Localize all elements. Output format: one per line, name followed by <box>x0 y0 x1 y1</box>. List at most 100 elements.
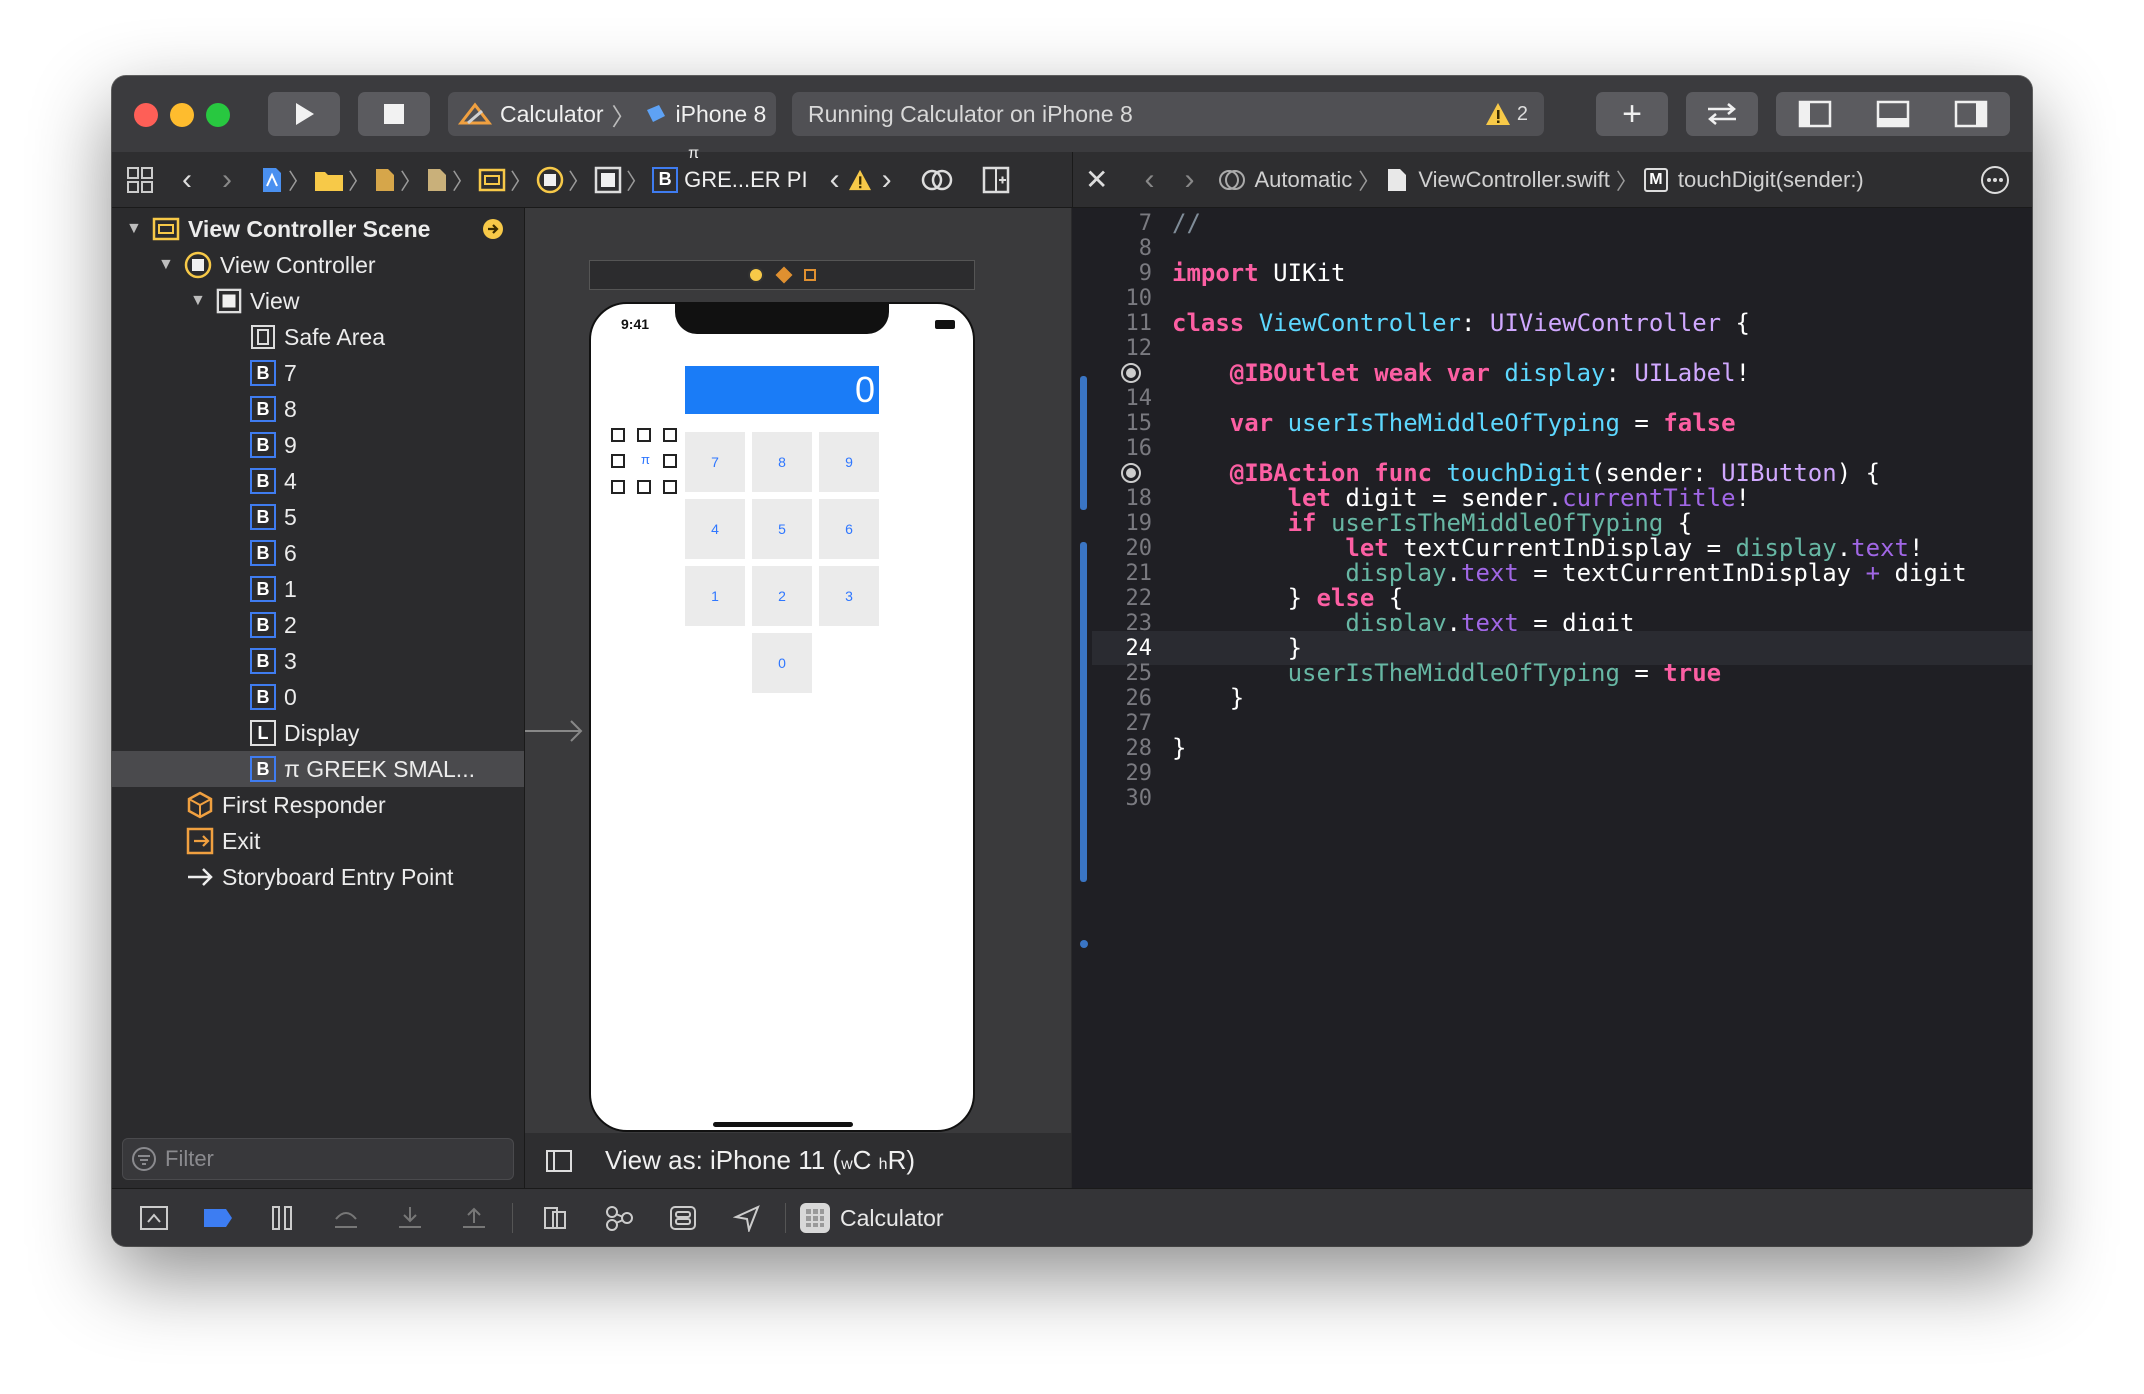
outline-row-button[interactable]: B4 <box>250 463 297 499</box>
add-editor-icon[interactable] <box>982 166 1010 194</box>
selection-handle[interactable] <box>663 428 677 442</box>
interface-builder-canvas[interactable]: 9:41 0 π 7 8 9 4 5 6 1 2 3 0 View as: iP… <box>525 208 1071 1188</box>
selection-handle[interactable] <box>611 454 625 468</box>
next-issue-icon[interactable]: › <box>882 163 892 197</box>
file-name-label[interactable]: ViewController.swift <box>1418 167 1610 193</box>
scene-dock[interactable] <box>589 260 975 290</box>
toggle-inspector-icon[interactable] <box>1954 100 1988 128</box>
selection-handle[interactable] <box>663 480 677 494</box>
outline-row-button[interactable]: B8 <box>250 391 297 427</box>
view-hierarchy-icon[interactable] <box>533 1196 577 1240</box>
key-button[interactable]: 6 <box>819 499 879 559</box>
view-controller-icon[interactable] <box>536 166 564 194</box>
forward-arrow-icon[interactable]: › <box>222 163 232 197</box>
related-items-icon[interactable] <box>126 166 154 194</box>
environment-overrides-icon[interactable] <box>661 1196 705 1240</box>
pi-button-selected[interactable]: π <box>611 428 677 494</box>
key-button[interactable]: 5 <box>752 499 812 559</box>
outline-row-button[interactable]: B5 <box>250 499 297 535</box>
stop-button[interactable] <box>358 92 430 136</box>
key-button[interactable]: 2 <box>752 566 812 626</box>
outline-row-button[interactable]: B9 <box>250 427 297 463</box>
outline-row-entry-point[interactable]: Storyboard Entry Point <box>186 859 453 895</box>
outline-row-display-label[interactable]: L Display <box>250 715 359 751</box>
path-separator: 〉 <box>510 168 533 194</box>
disclosure-triangle-icon[interactable]: ▼ <box>158 256 184 274</box>
outline-row-button[interactable]: B3 <box>250 643 297 679</box>
step-over-icon[interactable] <box>324 1196 368 1240</box>
step-into-icon[interactable] <box>388 1196 432 1240</box>
key-button[interactable]: 1 <box>685 566 745 626</box>
selection-handle[interactable] <box>611 428 625 442</box>
zoom-window-button[interactable] <box>206 103 230 127</box>
close-editor-icon[interactable]: ✕ <box>1085 163 1108 196</box>
outline-row-button[interactable]: B6 <box>250 535 297 571</box>
forward-arrow-icon[interactable]: › <box>1184 163 1194 197</box>
toggle-debug-area-icon[interactable] <box>1876 100 1910 128</box>
outline-row-safe-area[interactable]: Safe Area <box>250 319 385 355</box>
automatic-label[interactable]: Automatic <box>1254 167 1352 193</box>
outline-filter-field[interactable]: Filter <box>122 1138 514 1180</box>
hide-debug-area-icon[interactable] <box>132 1196 176 1240</box>
outline-row-button[interactable]: B0 <box>250 679 297 715</box>
storyboard-base-icon[interactable] <box>426 167 448 193</box>
view-icon[interactable] <box>594 166 622 194</box>
selection-handle[interactable] <box>637 480 651 494</box>
outline-row-button[interactable]: B2 <box>250 607 297 643</box>
outline-row-exit[interactable]: Exit <box>186 823 260 859</box>
close-window-button[interactable] <box>134 103 158 127</box>
key-button[interactable]: 4 <box>685 499 745 559</box>
outline-row-view-controller[interactable]: ▼ View Controller <box>158 247 376 283</box>
outline-row-first-responder[interactable]: First Responder <box>186 787 386 823</box>
project-icon[interactable] <box>260 166 284 194</box>
minimize-window-button[interactable] <box>170 103 194 127</box>
view-controller-dock-icon[interactable] <box>748 267 764 283</box>
debug-target-label[interactable]: Calculator <box>840 1205 944 1232</box>
key-button[interactable]: 0 <box>752 633 812 693</box>
view-as-device-button[interactable]: View as: iPhone 11 (wC hR) <box>605 1145 915 1176</box>
memory-graph-icon[interactable] <box>597 1196 641 1240</box>
selection-handle[interactable] <box>663 454 677 468</box>
scene-arrow-icon[interactable] <box>482 218 504 240</box>
more-options-icon[interactable] <box>1980 165 2010 195</box>
back-arrow-icon[interactable]: ‹ <box>182 163 192 197</box>
previous-issue-icon[interactable]: ‹ <box>830 163 840 197</box>
issue-warning-icon[interactable] <box>848 169 872 191</box>
step-out-icon[interactable] <box>452 1196 496 1240</box>
folder-icon[interactable] <box>314 168 344 192</box>
disclosure-triangle-icon[interactable]: ▼ <box>126 220 152 238</box>
plus-icon: + <box>1622 95 1642 133</box>
first-responder-dock-icon[interactable] <box>775 266 793 284</box>
outline-row-scene[interactable]: ▼ View Controller Scene <box>126 211 516 247</box>
key-button[interactable]: 3 <box>819 566 879 626</box>
storyboard-file-icon[interactable] <box>374 167 396 193</box>
selection-handle[interactable] <box>611 480 625 494</box>
scheme-selector[interactable]: Calculator 〉 iPhone 8 <box>448 92 776 136</box>
outline-row-view[interactable]: ▼ View <box>190 283 299 319</box>
simulate-location-icon[interactable] <box>725 1196 769 1240</box>
warning-icon[interactable] <box>1485 102 1511 126</box>
back-arrow-icon[interactable]: ‹ <box>1144 163 1154 197</box>
iphone-frame[interactable]: 9:41 0 π 7 8 9 4 5 6 1 2 3 0 <box>589 302 975 1132</box>
outline-row-button[interactable]: B1 <box>250 571 297 607</box>
pause-icon[interactable] <box>260 1196 304 1240</box>
toggle-outline-icon[interactable] <box>545 1149 573 1173</box>
adjust-editor-options-icon[interactable] <box>920 167 954 193</box>
selection-handle[interactable] <box>637 428 651 442</box>
library-button[interactable]: + <box>1596 92 1668 136</box>
outline-row-button[interactable]: B7 <box>250 355 297 391</box>
disclosure-triangle-icon[interactable]: ▼ <box>190 292 216 310</box>
toggle-navigator-icon[interactable] <box>1798 100 1832 128</box>
scene-icon[interactable] <box>478 167 506 193</box>
code-review-button[interactable] <box>1686 92 1758 136</box>
exit-dock-icon[interactable] <box>804 269 816 281</box>
method-name-label[interactable]: touchDigit(sender:) <box>1678 167 1864 193</box>
key-button[interactable]: 8 <box>752 432 812 492</box>
source-editor[interactable]: 7// 8 9 import UIKit 10 11 class ViewContr… <box>1072 208 2032 1188</box>
selected-element-label[interactable]: π GRE...ER PI <box>684 145 807 193</box>
key-button[interactable]: 7 <box>685 432 745 492</box>
run-button[interactable] <box>268 92 340 136</box>
outline-row-pi-button[interactable]: Bπ GREEK SMAL... <box>112 751 524 787</box>
key-button[interactable]: 9 <box>819 432 879 492</box>
breakpoints-toggle-icon[interactable] <box>196 1196 240 1240</box>
